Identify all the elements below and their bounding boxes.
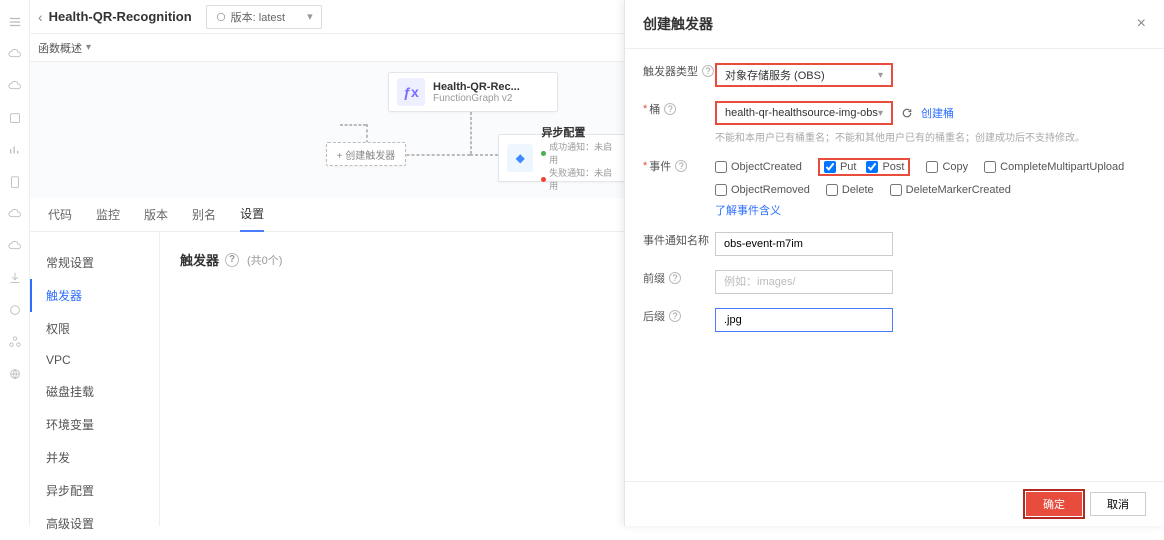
async-config-node[interactable]: ◆ 异步配置 成功通知：未启用 失败通知：未启用	[498, 134, 626, 182]
refresh-icon[interactable]	[901, 107, 913, 119]
create-trigger-drawer: 创建触发器 × 触发器类型? 对象存储服务 (OBS) ▾ *桶? health…	[624, 0, 1164, 526]
help-icon[interactable]: ?	[225, 253, 239, 267]
chevron-down-icon: ▾	[86, 42, 91, 53]
back-icon[interactable]: ‹	[38, 9, 43, 25]
cloud-icon-4[interactable]	[7, 238, 23, 254]
nav-vpc[interactable]: VPC	[30, 345, 159, 375]
nav-general[interactable]: 常规设置	[30, 246, 159, 279]
add-trigger-node[interactable]: + 创建触发器	[326, 142, 406, 166]
stats-icon[interactable]	[7, 142, 23, 158]
event-name-label: 事件通知名称	[643, 232, 709, 248]
service-icon[interactable]	[7, 110, 23, 126]
left-icon-rail	[0, 0, 30, 526]
event-objectcreated[interactable]: ObjectCreated	[715, 161, 802, 173]
overview-label[interactable]: 函数概述	[38, 40, 82, 56]
event-name-input[interactable]	[715, 232, 893, 256]
event-delete[interactable]: Delete	[826, 184, 874, 196]
async-icon: ◆	[507, 144, 533, 172]
suffix-input[interactable]	[715, 308, 893, 332]
drawer-footer: 确定 取消	[625, 481, 1164, 526]
confirm-button[interactable]: 确定	[1026, 492, 1082, 516]
tab-monitor[interactable]: 监控	[96, 198, 120, 231]
nav-triggers[interactable]: 触发器	[30, 279, 159, 312]
help-icon[interactable]: ?	[669, 272, 681, 284]
async-node-title: 异步配置	[541, 124, 617, 140]
prefix-label: 前缀	[643, 270, 665, 286]
event-deletemarker[interactable]: DeleteMarkerCreated	[890, 184, 1011, 196]
event-put[interactable]: Put	[824, 161, 857, 173]
function-node[interactable]: ƒx Health-QR-Rec... FunctionGraph v2	[388, 72, 558, 112]
circle-icon[interactable]	[7, 302, 23, 318]
event-copy[interactable]: Copy	[926, 161, 968, 173]
page-title: Health-QR-Recognition	[49, 9, 192, 24]
tab-settings[interactable]: 设置	[240, 197, 264, 232]
tab-alias[interactable]: 别名	[192, 198, 216, 231]
bucket-value: health-qr-healthsource-img-obs	[725, 107, 878, 119]
version-selector[interactable]: 版本: latest ▾	[206, 5, 322, 29]
settings-main-title: 触发器	[180, 250, 219, 269]
function-node-title: Health-QR-Rec...	[433, 81, 520, 93]
help-icon[interactable]: ?	[702, 65, 714, 77]
cloud-icon-2[interactable]	[7, 78, 23, 94]
events-label: 事件	[649, 158, 671, 174]
cloud-icon[interactable]	[7, 46, 23, 62]
function-icon: ƒx	[397, 78, 425, 106]
download-icon[interactable]	[7, 270, 23, 286]
trigger-type-label: 触发器类型	[643, 63, 698, 79]
globe-icon[interactable]	[7, 366, 23, 382]
drawer-title: 创建触发器	[643, 14, 713, 34]
trigger-type-value: 对象存储服务 (OBS)	[725, 67, 825, 83]
chevron-down-icon: ▾	[878, 108, 883, 119]
event-objectremoved[interactable]: ObjectRemoved	[715, 184, 810, 196]
chevron-down-icon: ▾	[878, 70, 883, 81]
nav-advanced[interactable]: 高级设置	[30, 507, 159, 540]
nav-async[interactable]: 异步配置	[30, 474, 159, 507]
async-success-line: 成功通知：未启用	[541, 140, 617, 166]
trigger-count: (共0个)	[247, 252, 282, 268]
help-icon[interactable]: ?	[669, 310, 681, 322]
function-node-subtitle: FunctionGraph v2	[433, 93, 520, 104]
settings-nav: 常规设置 触发器 权限 VPC 磁盘挂载 环境变量 并发 异步配置 高级设置	[30, 232, 160, 526]
help-icon[interactable]: ?	[664, 103, 676, 115]
bucket-label: 桶	[649, 101, 660, 117]
event-meaning-link[interactable]: 了解事件含义	[715, 205, 781, 217]
prefix-input[interactable]	[715, 270, 893, 294]
nav-disk[interactable]: 磁盘挂载	[30, 375, 159, 408]
chevron-down-icon: ▾	[307, 10, 313, 23]
cancel-button[interactable]: 取消	[1090, 492, 1146, 516]
event-post[interactable]: Post	[866, 161, 904, 173]
device-icon[interactable]	[7, 174, 23, 190]
version-label: 版本: latest	[231, 9, 285, 25]
bucket-hint: 不能和本用户已有桶重名；不能和其他用户已有的桶重名；创建成功后不支持修改。	[715, 129, 1146, 144]
help-icon[interactable]: ?	[675, 160, 687, 172]
close-icon[interactable]: ×	[1137, 15, 1146, 33]
async-fail-line: 失败通知：未启用	[541, 166, 617, 192]
menu-icon[interactable]	[7, 14, 23, 30]
bucket-select[interactable]: health-qr-healthsource-img-obs ▾	[715, 101, 893, 125]
nav-concurrency[interactable]: 并发	[30, 441, 159, 474]
nav-env[interactable]: 环境变量	[30, 408, 159, 441]
cloud-icon-3[interactable]	[7, 206, 23, 222]
tab-code[interactable]: 代码	[48, 198, 72, 231]
org-icon[interactable]	[7, 334, 23, 350]
nav-permission[interactable]: 权限	[30, 312, 159, 345]
event-complete-multipart[interactable]: CompleteMultipartUpload	[984, 161, 1124, 173]
tab-version[interactable]: 版本	[144, 198, 168, 231]
trigger-type-select[interactable]: 对象存储服务 (OBS) ▾	[715, 63, 893, 87]
create-bucket-link[interactable]: 创建桶	[921, 105, 954, 121]
suffix-label: 后缀	[643, 308, 665, 324]
